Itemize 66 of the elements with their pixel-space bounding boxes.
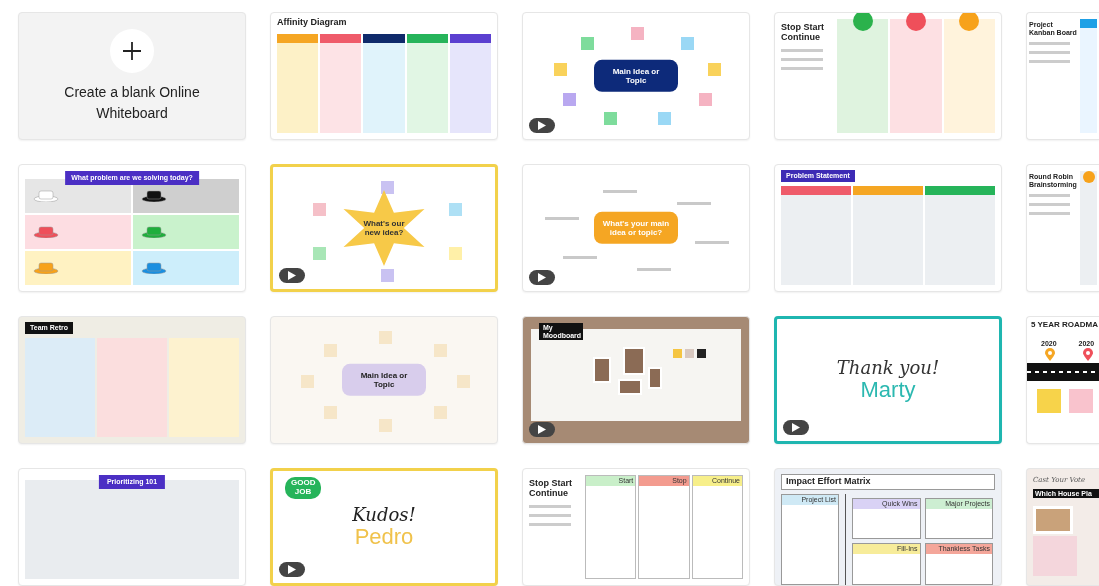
text-line [677, 201, 712, 205]
text-line [529, 522, 571, 526]
name-heading: Marty [860, 377, 916, 402]
play-button[interactable] [279, 268, 305, 283]
color-swatch [685, 349, 694, 358]
text-line [1029, 42, 1070, 46]
template-card[interactable]: Thank you! Marty [774, 316, 1002, 444]
play-button[interactable] [783, 420, 809, 435]
photo-placeholder [648, 367, 662, 389]
sticky-note [1037, 389, 1061, 414]
template-card[interactable]: Affinity Diagram [270, 12, 498, 140]
photo-placeholder [593, 357, 611, 383]
sticker: GOOD JOB [285, 477, 321, 499]
template-title: 5 YEAR ROADMA [1031, 321, 1099, 330]
play-icon [538, 425, 546, 434]
template-title: Affinity Diagram [277, 18, 348, 28]
photo-placeholder [1033, 506, 1073, 535]
text-line [602, 190, 637, 193]
template-card[interactable]: Main Idea or Topic [270, 316, 498, 444]
road-band [1027, 363, 1099, 382]
map-pin-icon [1045, 348, 1055, 362]
text-line [529, 513, 571, 517]
script-heading: Kudos! [352, 505, 416, 525]
text-line [1029, 203, 1070, 207]
play-button[interactable] [279, 562, 305, 577]
template-card[interactable]: Stop Start Continue [774, 12, 1002, 140]
template-card[interactable]: Kudos! Pedro GOOD JOB [270, 468, 498, 586]
create-blank-card[interactable]: Create a blank Online Whiteboard [18, 12, 246, 140]
text-line [529, 504, 571, 508]
photo-placeholder [618, 379, 642, 395]
text-line [781, 57, 823, 61]
play-icon [288, 565, 296, 574]
text-line [637, 268, 672, 271]
play-icon [288, 271, 296, 280]
color-swatch [697, 349, 706, 358]
play-icon [538, 121, 546, 130]
text-line [694, 240, 729, 244]
template-card[interactable]: Main Idea or Topic [522, 12, 750, 140]
topic-bubble: Main Idea or Topic [594, 59, 678, 93]
script-heading: Thank you! [836, 358, 940, 378]
create-blank-label: Create a blank Online Whiteboard [63, 83, 201, 123]
play-button[interactable] [529, 118, 555, 133]
text-line [1029, 51, 1070, 55]
template-title: Stop Start Continue [529, 479, 573, 499]
plus-icon [109, 28, 155, 74]
map-pin-icon [1083, 348, 1093, 362]
topic-bubble: Main Idea or Topic [342, 363, 426, 397]
text-line [1029, 194, 1070, 198]
play-icon [792, 423, 800, 432]
topic-bubble: What's your main idea or topic? [594, 211, 678, 245]
template-title: Impact Effort Matrix [781, 474, 995, 490]
text-line [781, 48, 823, 52]
sticky-note [1069, 389, 1093, 414]
text-line [545, 217, 580, 221]
color-swatch [673, 349, 682, 358]
text-line [1029, 60, 1070, 64]
play-button[interactable] [529, 422, 555, 437]
template-title: Stop Start Continue [781, 23, 825, 43]
photo-placeholder [623, 347, 645, 375]
text-line [781, 66, 823, 70]
template-card[interactable]: What's our new idea? [270, 164, 498, 292]
text-line [562, 256, 597, 260]
play-icon [538, 273, 546, 282]
text-line [1029, 212, 1070, 216]
play-button[interactable] [529, 270, 555, 285]
name-heading: Pedro [354, 524, 414, 549]
